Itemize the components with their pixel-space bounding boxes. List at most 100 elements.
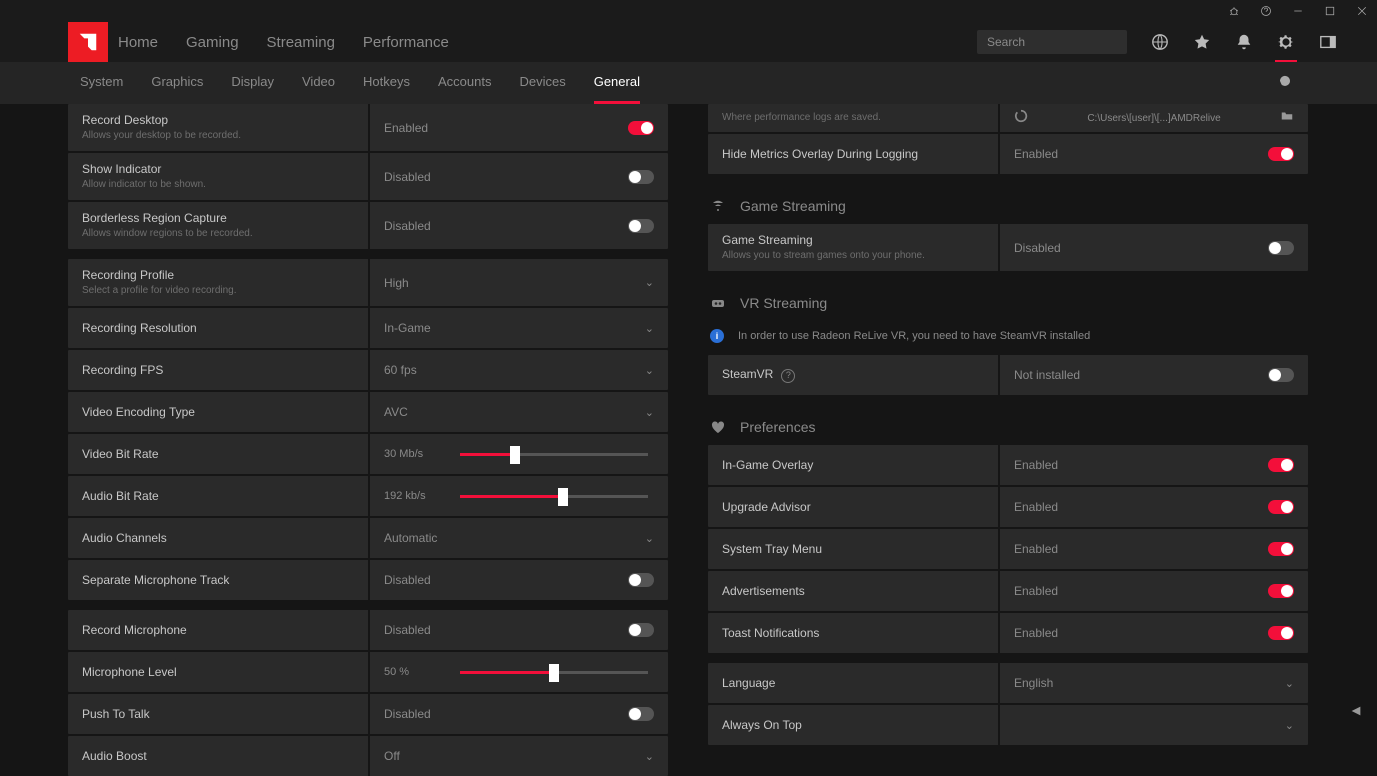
amd-logo[interactable]	[68, 22, 108, 62]
help-icon[interactable]	[1257, 2, 1275, 20]
tab-general[interactable]: General	[594, 62, 640, 104]
nav-home[interactable]: Home	[118, 34, 158, 51]
chevron-down-icon: ⌄	[645, 406, 654, 419]
help-icon[interactable]: ?	[781, 369, 795, 383]
toggle[interactable]	[628, 573, 654, 587]
toggle[interactable]	[1268, 500, 1294, 514]
setting-row: Game Streaming Allows you to stream game…	[708, 224, 1308, 271]
slider[interactable]	[460, 495, 648, 498]
toggle[interactable]	[628, 707, 654, 721]
dropdown[interactable]: English⌄	[998, 663, 1308, 703]
star-icon[interactable]	[1193, 33, 1211, 51]
globe-icon[interactable]	[1151, 33, 1169, 51]
maximize-icon[interactable]	[1321, 2, 1339, 20]
setting-row: Record Microphone Disabled	[68, 610, 668, 650]
section-title: Preferences	[740, 419, 815, 435]
dropdown[interactable]: Automatic ⌄	[368, 518, 668, 558]
main-header: Home Gaming Streaming Performance	[0, 22, 1377, 62]
section-title: Game Streaming	[740, 198, 846, 214]
setting-label: System Tray Menu	[722, 542, 984, 556]
panel-icon[interactable]	[1319, 33, 1337, 51]
nav-performance[interactable]: Performance	[363, 34, 449, 51]
chevron-down-icon: ⌄	[645, 532, 654, 545]
setting-label: Borderless Region Capture	[82, 211, 354, 225]
setting-row: Separate Microphone Track Disabled	[68, 560, 668, 600]
setting-label: Separate Microphone Track	[82, 573, 354, 587]
setting-value: Enabled	[1014, 500, 1058, 514]
setting-row: Upgrade Advisor Enabled	[708, 487, 1308, 527]
nav-gaming[interactable]: Gaming	[186, 34, 239, 51]
minimize-icon[interactable]	[1289, 2, 1307, 20]
dropdown[interactable]: 60 fps ⌄	[368, 350, 668, 390]
tab-devices[interactable]: Devices	[519, 62, 565, 104]
dropdown[interactable]: High ⌄	[368, 259, 668, 306]
bell-icon[interactable]	[1235, 33, 1253, 51]
toggle[interactable]	[1268, 626, 1294, 640]
tab-display[interactable]: Display	[231, 62, 274, 104]
setting-value: Enabled	[1014, 626, 1058, 640]
tab-graphics[interactable]: Graphics	[151, 62, 203, 104]
setting-value: Disabled	[1014, 241, 1061, 255]
slider[interactable]	[460, 671, 648, 674]
setting-row: Push To Talk Disabled	[68, 694, 668, 734]
toggle[interactable]	[628, 219, 654, 233]
setting-label: In-Game Overlay	[722, 458, 984, 472]
setting-row: Audio Bit Rate 192 kb/s	[68, 476, 668, 516]
heart-icon	[710, 419, 726, 435]
setting-value: Not installed	[1014, 368, 1080, 382]
setting-label: Video Encoding Type	[82, 405, 354, 419]
setting-label: Audio Channels	[82, 531, 354, 545]
close-icon[interactable]	[1353, 2, 1371, 20]
toggle[interactable]	[1268, 147, 1294, 161]
setting-label: Always On Top	[722, 718, 984, 732]
settings-icon[interactable]	[1277, 33, 1295, 51]
setting-row: Advertisements Enabled	[708, 571, 1308, 611]
setting-row: Hide Metrics Overlay During Logging Enab…	[708, 134, 1308, 174]
section-header: Preferences	[708, 407, 1308, 445]
info-text: In order to use Radeon ReLive VR, you ne…	[738, 330, 1090, 342]
toggle[interactable]	[628, 623, 654, 637]
setting-label: Record Microphone	[82, 623, 354, 637]
setting-label: SteamVR?	[722, 367, 984, 382]
dropdown[interactable]: AVC ⌄	[368, 392, 668, 432]
toggle[interactable]	[628, 170, 654, 184]
slider-thumb[interactable]	[549, 664, 559, 682]
primary-nav: Home Gaming Streaming Performance	[118, 34, 449, 51]
section-header: Game Streaming	[708, 186, 1308, 224]
search-box[interactable]	[977, 30, 1127, 54]
setting-value: C:\Users\[user]\[...]AMDRelive	[1087, 113, 1220, 124]
toggle[interactable]	[1268, 458, 1294, 472]
dropdown[interactable]: ⌄	[998, 705, 1308, 745]
setting-label: Language	[722, 676, 984, 690]
setting-sublabel: Allows your desktop to be recorded.	[82, 130, 354, 142]
settings-subnav: System Graphics Display Video Hotkeys Ac…	[0, 62, 1377, 104]
setting-label: Recording Profile	[82, 268, 354, 282]
folder-icon[interactable]	[1280, 109, 1294, 128]
toggle[interactable]	[1268, 584, 1294, 598]
toggle[interactable]	[1268, 241, 1294, 255]
nav-streaming[interactable]: Streaming	[267, 34, 335, 51]
tab-video[interactable]: Video	[302, 62, 335, 104]
dropdown[interactable]: Off ⌄	[368, 736, 668, 776]
slider-thumb[interactable]	[510, 446, 520, 464]
bug-icon[interactable]	[1225, 2, 1243, 20]
setting-sublabel: Where performance logs are saved.	[722, 112, 984, 124]
toggle[interactable]	[1268, 368, 1294, 382]
setting-value: AVC	[384, 405, 408, 419]
toggle[interactable]	[628, 121, 654, 135]
tab-system[interactable]: System	[80, 62, 123, 104]
toggle[interactable]	[1268, 542, 1294, 556]
share-icon[interactable]	[1349, 704, 1363, 723]
setting-row: In-Game Overlay Enabled	[708, 445, 1308, 485]
setting-value: Disabled	[384, 219, 431, 233]
setting-row: Video Bit Rate 30 Mb/s	[68, 434, 668, 474]
tab-accounts[interactable]: Accounts	[438, 62, 491, 104]
search-input[interactable]	[985, 34, 1119, 50]
setting-label: Toast Notifications	[722, 626, 984, 640]
tab-hotkeys[interactable]: Hotkeys	[363, 62, 410, 104]
slider[interactable]	[460, 453, 648, 456]
slider-value: 192 kb/s	[384, 490, 444, 502]
slider-thumb[interactable]	[558, 488, 568, 506]
dropdown[interactable]: In-Game ⌄	[368, 308, 668, 348]
revert-icon[interactable]	[1277, 73, 1297, 93]
